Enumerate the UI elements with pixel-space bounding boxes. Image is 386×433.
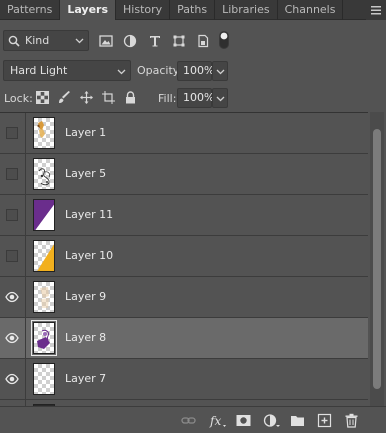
- layer-thumbnail[interactable]: [33, 158, 55, 190]
- layer-name[interactable]: Layer 11: [65, 208, 113, 221]
- pixel-layer-filter-icon[interactable]: [99, 34, 113, 48]
- lock-image-pixels-icon[interactable]: [58, 91, 71, 104]
- tab-patterns[interactable]: Patterns: [0, 0, 61, 20]
- tab-libraries[interactable]: Libraries: [215, 0, 278, 20]
- new-layer-icon[interactable]: [317, 413, 332, 428]
- layer-row[interactable]: Layer 8: [0, 318, 368, 359]
- layer-row[interactable]: Layer 1: [0, 113, 368, 154]
- lock-all-icon[interactable]: [124, 91, 137, 104]
- layer-name[interactable]: Layer 1: [65, 126, 106, 139]
- layer-name[interactable]: Layer 9: [65, 290, 106, 303]
- visibility-off-box: [6, 209, 18, 221]
- type-layer-filter-icon[interactable]: [148, 34, 162, 48]
- tab-channels[interactable]: Channels: [278, 0, 344, 20]
- add-mask-icon[interactable]: [236, 413, 251, 428]
- visibility-toggle[interactable]: [0, 277, 26, 317]
- layer-thumbnail[interactable]: [33, 363, 55, 395]
- fill-dropdown[interactable]: [212, 88, 228, 108]
- shape-layer-filter-icon[interactable]: [172, 34, 186, 48]
- opacity-label: Opacity:: [137, 64, 183, 77]
- tab-paths[interactable]: Paths: [170, 0, 216, 20]
- visibility-toggle[interactable]: [0, 318, 26, 358]
- layer-row[interactable]: Layer 11: [0, 195, 368, 236]
- chevron-down-icon: [75, 38, 84, 44]
- search-icon: [8, 35, 20, 47]
- chevron-down-icon: [117, 69, 126, 75]
- eye-icon: [5, 373, 19, 385]
- visibility-toggle[interactable]: [0, 113, 26, 153]
- layer-name[interactable]: Layer 5: [65, 167, 106, 180]
- chevron-down-icon: [216, 96, 225, 102]
- layer-style-fx-icon[interactable]: fx: [209, 413, 227, 428]
- visibility-off-box: [6, 250, 18, 262]
- visibility-toggle[interactable]: [0, 236, 26, 276]
- layer-name[interactable]: Layer 10: [65, 249, 113, 262]
- layers-bottom-toolbar: fx: [0, 406, 386, 433]
- svg-text:fx: fx: [209, 414, 221, 428]
- tab-layers[interactable]: Layers: [60, 0, 117, 20]
- chevron-down-icon: [216, 69, 225, 75]
- scrollbar-thumb[interactable]: [373, 129, 381, 389]
- tab-history[interactable]: History: [116, 0, 171, 20]
- smart-object-filter-icon[interactable]: [196, 34, 210, 48]
- layer-row[interactable]: Layer 5: [0, 154, 368, 195]
- visibility-toggle[interactable]: [0, 359, 26, 399]
- layer-filter-row: Kind: [0, 28, 386, 54]
- layer-row[interactable]: Layer 9: [0, 277, 368, 318]
- visibility-toggle[interactable]: [0, 154, 26, 194]
- new-adjustment-layer-icon[interactable]: [263, 413, 281, 428]
- layer-name[interactable]: Layer 8: [65, 331, 106, 344]
- layer-row[interactable]: Layer 7: [0, 359, 368, 400]
- lock-transparent-pixels-icon[interactable]: [36, 91, 49, 104]
- blend-mode-select[interactable]: Hard Light: [3, 60, 131, 81]
- filter-kind-value: Kind: [25, 34, 50, 47]
- layer-thumbnail[interactable]: [33, 281, 55, 313]
- adjustment-layer-filter-icon[interactable]: [123, 34, 137, 48]
- link-layers-icon[interactable]: [181, 413, 196, 428]
- new-group-folder-icon[interactable]: [290, 413, 305, 428]
- blend-mode-value: Hard Light: [10, 64, 68, 77]
- lock-label: Lock:: [4, 92, 33, 105]
- layer-thumbnail[interactable]: [33, 240, 55, 272]
- visibility-toggle[interactable]: [0, 195, 26, 235]
- lock-position-icon[interactable]: [80, 91, 93, 104]
- eye-icon: [5, 332, 19, 344]
- filter-toggle-icon[interactable]: [219, 31, 229, 49]
- fill-label: Fill:: [158, 92, 177, 105]
- layer-thumbnail[interactable]: [33, 117, 55, 149]
- delete-layer-trash-icon[interactable]: [344, 413, 359, 428]
- eye-icon: [5, 291, 19, 303]
- layers-list: Layer 1 Layer 5 Layer 11 Layer 10 Layer …: [0, 112, 368, 406]
- layer-thumbnail[interactable]: [33, 199, 55, 231]
- panel-menu-icon[interactable]: [366, 0, 386, 20]
- visibility-off-box: [6, 127, 18, 139]
- filter-kind-select[interactable]: Kind: [3, 30, 89, 51]
- layer-row[interactable]: Layer 10: [0, 236, 368, 277]
- opacity-field[interactable]: 100%: [177, 61, 214, 81]
- lock-artboard-icon[interactable]: [102, 91, 115, 104]
- layer-name[interactable]: Layer 7: [65, 372, 106, 385]
- visibility-off-box: [6, 168, 18, 180]
- layer-thumbnail[interactable]: [31, 320, 57, 356]
- panel-tab-bar: Patterns Layers History Paths Libraries …: [0, 0, 386, 20]
- fill-field[interactable]: 100%: [177, 88, 214, 108]
- layers-scrollbar[interactable]: [370, 112, 384, 406]
- opacity-dropdown[interactable]: [212, 61, 228, 81]
